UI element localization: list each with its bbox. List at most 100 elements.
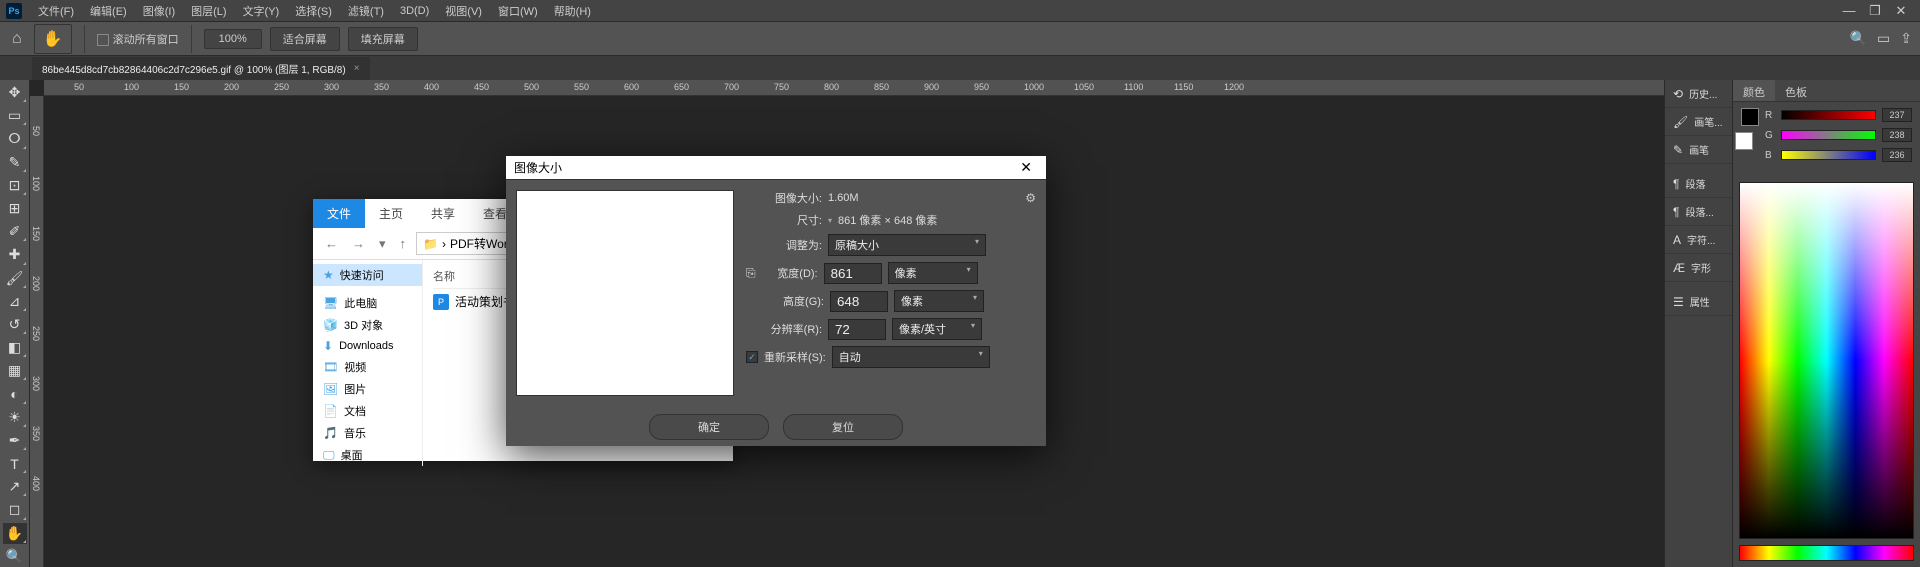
blur-tool[interactable]: ◐	[3, 383, 27, 404]
sidebar-quick-access[interactable]: ★快速访问	[313, 264, 422, 286]
r-value[interactable]: 237	[1882, 108, 1912, 122]
fill-screen-button[interactable]: 填充屏幕	[348, 27, 418, 51]
panel-paragraph[interactable]: ¶段落	[1665, 170, 1732, 198]
zoom-level[interactable]: 100%	[204, 29, 262, 49]
eraser-tool[interactable]: ◧	[3, 337, 27, 358]
path-tool[interactable]: ↗	[3, 476, 27, 497]
panel-paragraph-style[interactable]: ¶段落...	[1665, 198, 1732, 226]
sidebar-videos[interactable]: 🎞视频	[313, 356, 422, 378]
move-tool[interactable]: ✥	[3, 82, 27, 103]
height-unit-select[interactable]: 像素▾	[894, 290, 984, 312]
menu-help[interactable]: 帮助(H)	[546, 0, 599, 22]
reset-button[interactable]: 复位	[783, 414, 903, 440]
foreground-swatch[interactable]	[1741, 108, 1759, 126]
menu-view[interactable]: 视图(V)	[437, 0, 490, 22]
tools-panel: ✥ ▭ ⵔ ✎ ⊡ ⊞ ✐ ✚ 🖌 ⊿ ↺ ◧ ▦ ◐ ☀ ✒ T ↗ ◻ ✋ …	[0, 80, 30, 567]
healing-tool[interactable]: ✚	[3, 244, 27, 265]
document-tab[interactable]: 86be445d8cd7cb82864406c2d7c296e5.gif @ 1…	[32, 57, 370, 80]
stamp-tool[interactable]: ⊿	[3, 291, 27, 312]
crop-tool[interactable]: ⊡	[3, 175, 27, 196]
b-value[interactable]: 236	[1882, 148, 1912, 162]
nav-forward-icon[interactable]: →	[348, 234, 369, 253]
fit-to-select[interactable]: 原稿大小▾	[828, 234, 986, 256]
tab-color[interactable]: 颜色	[1733, 80, 1775, 101]
resample-checkbox[interactable]: ✓	[746, 351, 758, 363]
menu-edit[interactable]: 编辑(E)	[82, 0, 135, 22]
menu-file[interactable]: 文件(F)	[30, 0, 82, 22]
tab-close-icon[interactable]: ×	[354, 63, 360, 74]
pen-tool[interactable]: ✒	[3, 430, 27, 451]
panel-history[interactable]: ⟲历史...	[1665, 80, 1732, 108]
nav-up-icon[interactable]: ↑	[396, 234, 411, 253]
resample-select[interactable]: 自动▾	[832, 346, 990, 368]
resolution-input[interactable]	[828, 319, 886, 340]
zoom-tool[interactable]: 🔍	[3, 546, 27, 567]
gradient-tool[interactable]: ▦	[3, 360, 27, 381]
sidebar-downloads[interactable]: ⬇Downloads	[313, 336, 422, 356]
frame-tool[interactable]: ⊞	[3, 198, 27, 219]
share-icon[interactable]: ⇪	[1900, 30, 1912, 47]
panel-properties[interactable]: ☰属性	[1665, 288, 1732, 316]
quick-select-tool[interactable]: ✎	[3, 152, 27, 173]
sidebar-pictures[interactable]: 🖼图片	[313, 378, 422, 400]
menu-3d[interactable]: 3D(D)	[392, 2, 437, 20]
search-icon[interactable]: 🔍	[1850, 30, 1867, 47]
lasso-tool[interactable]: ⵔ	[3, 128, 27, 149]
hue-strip[interactable]	[1739, 545, 1914, 561]
panel-brush[interactable]: ✎画笔	[1665, 136, 1732, 164]
shape-tool[interactable]: ◻	[3, 499, 27, 520]
dialog-title: 图像大小	[514, 159, 562, 176]
menu-filter[interactable]: 滤镜(T)	[340, 0, 392, 22]
sidebar-desktop[interactable]: 🖵桌面	[313, 444, 422, 466]
g-slider[interactable]	[1781, 130, 1876, 140]
maximize-icon[interactable]: ❐	[1862, 1, 1888, 21]
brush-tool[interactable]: 🖌	[3, 268, 27, 289]
nav-history-icon[interactable]: ▾	[375, 234, 390, 254]
hand-tool-icon[interactable]: ✋	[34, 24, 72, 54]
menu-image[interactable]: 图像(I)	[135, 0, 183, 22]
nav-back-icon[interactable]: ←	[321, 234, 342, 253]
gear-icon[interactable]: ⚙	[1025, 191, 1036, 205]
type-tool[interactable]: T	[3, 453, 27, 474]
g-value[interactable]: 238	[1882, 128, 1912, 142]
width-unit-select[interactable]: 像素▾	[888, 262, 978, 284]
explorer-tab-file[interactable]: 文件	[313, 199, 365, 228]
panel-brush-preset[interactable]: 🖌画笔...	[1665, 108, 1732, 136]
menu-window[interactable]: 窗口(W)	[490, 0, 546, 22]
background-swatch[interactable]	[1735, 132, 1753, 150]
dialog-close-icon[interactable]: ✕	[1014, 157, 1038, 178]
panel-character[interactable]: A字符...	[1665, 226, 1732, 254]
scroll-all-checkbox[interactable]: 滚动所有窗口	[97, 31, 179, 47]
workspace-icon[interactable]: ▭	[1877, 30, 1890, 47]
color-spectrum[interactable]	[1739, 182, 1914, 539]
explorer-tab-share[interactable]: 共享	[417, 199, 469, 228]
dodge-tool[interactable]: ☀	[3, 407, 27, 428]
eyedropper-tool[interactable]: ✐	[3, 221, 27, 242]
link-icon[interactable]: ⎘	[746, 266, 756, 281]
minimize-icon[interactable]: —	[1836, 1, 1862, 21]
b-slider[interactable]	[1781, 150, 1876, 160]
marquee-tool[interactable]: ▭	[3, 105, 27, 126]
dim-dropdown-icon[interactable]: ▾	[828, 216, 832, 225]
menu-type[interactable]: 文字(Y)	[235, 0, 288, 22]
explorer-tab-home[interactable]: 主页	[365, 199, 417, 228]
close-icon[interactable]: ✕	[1888, 1, 1914, 21]
width-input[interactable]	[824, 263, 882, 284]
height-input[interactable]	[830, 291, 888, 312]
history-brush-tool[interactable]: ↺	[3, 314, 27, 335]
panel-glyph[interactable]: Æ字形	[1665, 254, 1732, 282]
sidebar-music[interactable]: 🎵音乐	[313, 422, 422, 444]
sidebar-this-pc[interactable]: 🖥此电脑	[313, 292, 422, 314]
r-slider[interactable]	[1781, 110, 1876, 120]
ok-button[interactable]: 确定	[649, 414, 769, 440]
resolution-unit-select[interactable]: 像素/英寸▾	[892, 318, 982, 340]
hand-tool[interactable]: ✋	[3, 523, 27, 544]
menu-layer[interactable]: 图层(L)	[183, 0, 234, 22]
sidebar-3d-objects[interactable]: 🧊3D 对象	[313, 314, 422, 336]
sidebar-documents[interactable]: 📄文档	[313, 400, 422, 422]
path-segment[interactable]: PDF转Word	[450, 235, 514, 252]
menu-select[interactable]: 选择(S)	[287, 0, 340, 22]
home-icon[interactable]: ⌂	[8, 26, 26, 52]
tab-swatches[interactable]: 色板	[1775, 80, 1817, 101]
fit-screen-button[interactable]: 适合屏幕	[270, 27, 340, 51]
